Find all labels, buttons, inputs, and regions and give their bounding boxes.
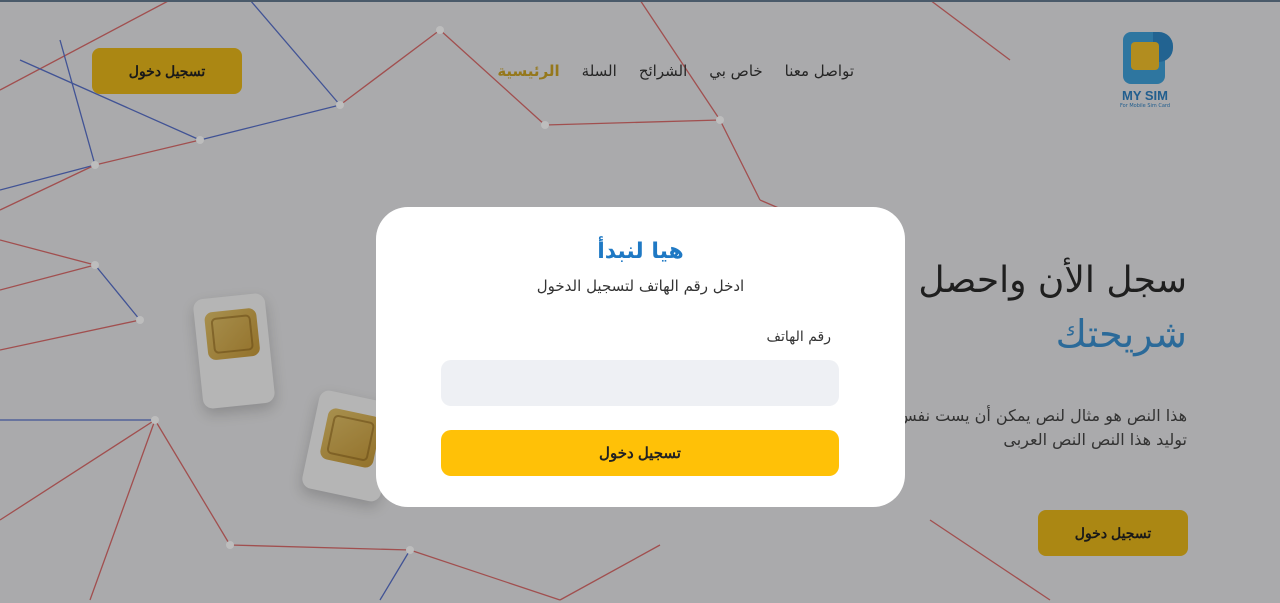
login-submit-button[interactable]: تسجيل دخول [441, 430, 839, 476]
phone-label: رقم الهاتف [766, 329, 831, 345]
top-border [0, 0, 1280, 2]
login-modal: هيا لنبدأ ادخل رقم الهاتف لتسجيل الدخول … [376, 207, 905, 507]
phone-input[interactable] [441, 360, 839, 406]
modal-subtitle: ادخل رقم الهاتف لتسجيل الدخول [536, 277, 745, 295]
modal-title: هيا لنبدأ [597, 239, 684, 264]
